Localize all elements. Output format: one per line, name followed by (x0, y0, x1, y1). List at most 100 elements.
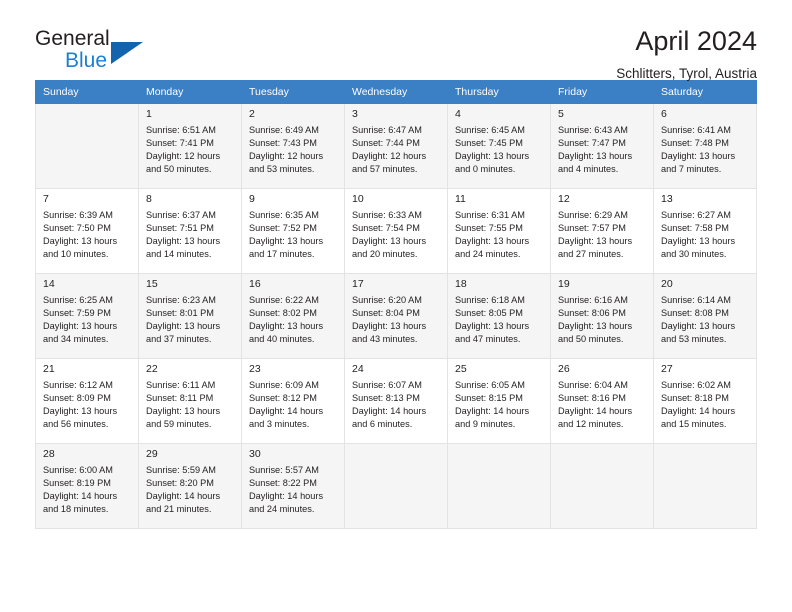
calendar-day-cell[interactable]: 24 Sunrise: 6:07 AM Sunset: 8:13 PM Dayligh… (344, 358, 448, 444)
daylight-duration-line2: and 30 minutes. (661, 249, 727, 260)
daylight-duration-line2: and 3 minutes. (249, 419, 310, 430)
sunset-time: Sunset: 8:22 PM (249, 478, 317, 489)
calendar-day-cell[interactable]: 11 Sunrise: 6:31 AM Sunset: 7:55 PM Dayligh… (447, 188, 551, 274)
day-sun-info: Sunrise: 6:11 AM Sunset: 8:11 PM Daylight:… (139, 378, 241, 431)
calendar-day-cell[interactable]: 12 Sunrise: 6:29 AM Sunset: 7:57 PM Dayligh… (550, 188, 654, 274)
daylight-duration-line2: and 47 minutes. (455, 334, 521, 345)
daylight-duration-line1: Daylight: 13 hours (249, 321, 324, 332)
day-sun-info: Sunrise: 6:43 AM Sunset: 7:47 PM Daylight:… (551, 123, 653, 176)
calendar-day-cell[interactable]: 30 Sunrise: 5:57 AM Sunset: 8:22 PM Dayligh… (241, 443, 345, 529)
day-sun-info: Sunrise: 6:51 AM Sunset: 7:41 PM Daylight:… (139, 123, 241, 176)
daylight-duration-line2: and 53 minutes. (249, 164, 315, 175)
day-number: 13 (661, 193, 673, 205)
day-number: 12 (558, 193, 570, 205)
day-number: 22 (146, 363, 158, 375)
calendar-day-cell[interactable]: 19 Sunrise: 6:16 AM Sunset: 8:06 PM Dayligh… (550, 273, 654, 359)
calendar-day-cell[interactable]: 14 Sunrise: 6:25 AM Sunset: 7:59 PM Dayligh… (35, 273, 139, 359)
calendar-day-cell[interactable]: 2 Sunrise: 6:49 AM Sunset: 7:43 PM Daylight… (241, 103, 345, 189)
calendar-day-cell[interactable]: 8 Sunrise: 6:37 AM Sunset: 7:51 PM Daylight… (138, 188, 242, 274)
calendar-day-cell[interactable]: 18 Sunrise: 6:18 AM Sunset: 8:05 PM Dayligh… (447, 273, 551, 359)
daylight-duration-line2: and 59 minutes. (146, 419, 212, 430)
daylight-duration-line2: and 50 minutes. (558, 334, 624, 345)
daylight-duration-line1: Daylight: 13 hours (661, 151, 736, 162)
day-number: 25 (455, 363, 467, 375)
logo-general-blue[interactable]: General Blue (35, 26, 215, 71)
daylight-duration-line1: Daylight: 14 hours (249, 491, 324, 502)
day-sun-info: Sunrise: 6:31 AM Sunset: 7:55 PM Daylight:… (448, 208, 550, 261)
daylight-duration-line1: Daylight: 12 hours (352, 151, 427, 162)
daylight-duration-line2: and 14 minutes. (146, 249, 212, 260)
day-sun-info: Sunrise: 6:05 AM Sunset: 8:15 PM Daylight:… (448, 378, 550, 431)
calendar-day-cell[interactable]: 22 Sunrise: 6:11 AM Sunset: 8:11 PM Dayligh… (138, 358, 242, 444)
day-number: 27 (661, 363, 673, 375)
daylight-duration-line1: Daylight: 13 hours (558, 236, 633, 247)
calendar-day-cell[interactable]: 27 Sunrise: 6:02 AM Sunset: 8:18 PM Dayligh… (653, 358, 757, 444)
sunset-time: Sunset: 8:12 PM (249, 393, 317, 404)
day-sun-info: Sunrise: 6:23 AM Sunset: 8:01 PM Daylight:… (139, 293, 241, 346)
daylight-duration-line2: and 21 minutes. (146, 504, 212, 515)
calendar-day-cell[interactable]: 1 Sunrise: 6:51 AM Sunset: 7:41 PM Daylight… (138, 103, 242, 189)
calendar-day-cell[interactable]: 13 Sunrise: 6:27 AM Sunset: 7:58 PM Dayligh… (653, 188, 757, 274)
weekday-header-wednesday: Wednesday (344, 80, 448, 104)
daylight-duration-line2: and 50 minutes. (146, 164, 212, 175)
sunset-time: Sunset: 8:18 PM (661, 393, 729, 404)
daylight-duration-line1: Daylight: 14 hours (146, 491, 221, 502)
calendar-day-cell[interactable]: 21 Sunrise: 6:12 AM Sunset: 8:09 PM Dayligh… (35, 358, 139, 444)
daylight-duration-line2: and 17 minutes. (249, 249, 315, 260)
calendar-day-cell[interactable]: 4 Sunrise: 6:45 AM Sunset: 7:45 PM Daylight… (447, 103, 551, 189)
calendar-week-row: 7 Sunrise: 6:39 AM Sunset: 7:50 PM Daylight… (35, 188, 757, 274)
daylight-duration-line1: Daylight: 13 hours (455, 236, 530, 247)
daylight-duration-line2: and 4 minutes. (558, 164, 619, 175)
sunrise-time: Sunrise: 6:00 AM (43, 465, 113, 475)
day-number: 10 (352, 193, 364, 205)
calendar-day-cell[interactable]: 26 Sunrise: 6:04 AM Sunset: 8:16 PM Dayligh… (550, 358, 654, 444)
calendar-day-cell[interactable]: 7 Sunrise: 6:39 AM Sunset: 7:50 PM Daylight… (35, 188, 139, 274)
day-number: 15 (146, 278, 158, 290)
sunrise-time: Sunrise: 6:43 AM (558, 125, 628, 135)
daylight-duration-line2: and 27 minutes. (558, 249, 624, 260)
sunset-time: Sunset: 7:47 PM (558, 138, 626, 149)
calendar-day-cell[interactable]: 29 Sunrise: 5:59 AM Sunset: 8:20 PM Dayligh… (138, 443, 242, 529)
daylight-duration-line2: and 53 minutes. (661, 334, 727, 345)
calendar-day-cell[interactable]: 16 Sunrise: 6:22 AM Sunset: 8:02 PM Dayligh… (241, 273, 345, 359)
weekday-header-sunday: Sunday (35, 80, 139, 104)
day-number: 11 (455, 193, 466, 205)
sunset-time: Sunset: 7:48 PM (661, 138, 729, 149)
page-title: April 2024 (635, 26, 757, 56)
sunrise-time: Sunrise: 6:47 AM (352, 125, 422, 135)
calendar-day-cell[interactable]: 10 Sunrise: 6:33 AM Sunset: 7:54 PM Dayligh… (344, 188, 448, 274)
day-sun-info: Sunrise: 6:49 AM Sunset: 7:43 PM Daylight:… (242, 123, 344, 176)
day-number: 8 (146, 193, 152, 205)
daylight-duration-line1: Daylight: 13 hours (43, 406, 118, 417)
daylight-duration-line2: and 40 minutes. (249, 334, 315, 345)
daylight-duration-line1: Daylight: 13 hours (558, 321, 633, 332)
day-sun-info: Sunrise: 6:41 AM Sunset: 7:48 PM Daylight:… (654, 123, 756, 176)
calendar-day-cell[interactable]: 25 Sunrise: 6:05 AM Sunset: 8:15 PM Dayligh… (447, 358, 551, 444)
daylight-duration-line2: and 43 minutes. (352, 334, 418, 345)
sunrise-time: Sunrise: 6:22 AM (249, 295, 319, 305)
calendar-day-cell[interactable]: 20 Sunrise: 6:14 AM Sunset: 8:08 PM Dayligh… (653, 273, 757, 359)
calendar-day-cell[interactable]: 9 Sunrise: 6:35 AM Sunset: 7:52 PM Daylight… (241, 188, 345, 274)
sunrise-time: Sunrise: 6:12 AM (43, 380, 113, 390)
sunrise-time: Sunrise: 6:27 AM (661, 210, 731, 220)
calendar-page: General Blue April 2024 Schlitters, Tyro… (0, 0, 792, 612)
sunrise-time: Sunrise: 6:51 AM (146, 125, 216, 135)
calendar-day-cell[interactable]: 6 Sunrise: 6:41 AM Sunset: 7:48 PM Daylight… (653, 103, 757, 189)
daylight-duration-line2: and 18 minutes. (43, 504, 109, 515)
day-sun-info: Sunrise: 6:20 AM Sunset: 8:04 PM Daylight:… (345, 293, 447, 346)
sunrise-time: Sunrise: 6:11 AM (146, 380, 216, 390)
calendar-day-cell[interactable]: 5 Sunrise: 6:43 AM Sunset: 7:47 PM Daylight… (550, 103, 654, 189)
sunset-time: Sunset: 8:05 PM (455, 308, 523, 319)
calendar-day-cell[interactable]: 3 Sunrise: 6:47 AM Sunset: 7:44 PM Daylight… (344, 103, 448, 189)
weekday-header-tuesday: Tuesday (241, 80, 345, 104)
day-number: 24 (352, 363, 364, 375)
calendar-day-cell[interactable]: 17 Sunrise: 6:20 AM Sunset: 8:04 PM Dayligh… (344, 273, 448, 359)
calendar-day-cell[interactable]: 15 Sunrise: 6:23 AM Sunset: 8:01 PM Dayligh… (138, 273, 242, 359)
daylight-duration-line2: and 37 minutes. (146, 334, 212, 345)
day-sun-info: Sunrise: 6:29 AM Sunset: 7:57 PM Daylight:… (551, 208, 653, 261)
calendar-day-cell[interactable]: 28 Sunrise: 6:00 AM Sunset: 8:19 PM Dayligh… (35, 443, 139, 529)
daylight-duration-line2: and 34 minutes. (43, 334, 109, 345)
day-sun-info: Sunrise: 5:57 AM Sunset: 8:22 PM Daylight:… (242, 463, 344, 516)
calendar-day-cell[interactable]: 23 Sunrise: 6:09 AM Sunset: 8:12 PM Dayligh… (241, 358, 345, 444)
daylight-duration-line2: and 20 minutes. (352, 249, 418, 260)
